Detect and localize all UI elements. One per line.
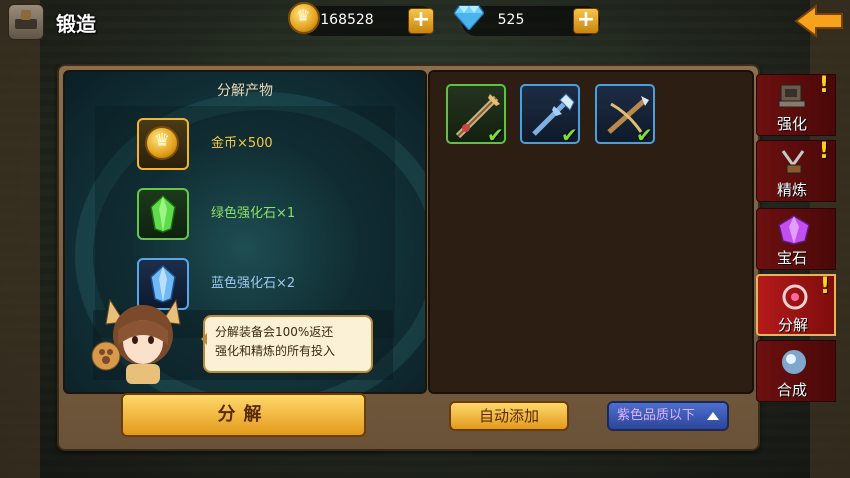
tab-decompose[interactable]: ! 分解 [756, 274, 836, 336]
gold-coin-icon [288, 2, 320, 34]
checkmark-icon: ✔ [636, 123, 653, 147]
tab-label: 强化 [776, 115, 807, 133]
tab-synthesize[interactable]: 合成 [756, 340, 836, 402]
product-row-gold: 金币×500 [95, 116, 395, 172]
forge-anvil-icon [8, 4, 44, 40]
equipment-slot-3[interactable]: ✔ [595, 84, 655, 147]
gold-coin-icon [145, 126, 179, 160]
tip-line-2: 强化和精炼的所有投入 [215, 344, 336, 358]
tab-refine[interactable]: ! 精炼 [756, 139, 836, 202]
tab-label: 合成 [776, 381, 807, 399]
product-slot [137, 188, 189, 240]
alert-icon: ! [820, 274, 831, 299]
tongs-icon [781, 150, 805, 174]
tab-label: 精炼 [776, 181, 807, 199]
decompose-button[interactable]: 分解 [121, 393, 366, 437]
tab-gems[interactable]: 宝石 [756, 208, 836, 270]
alert-icon: ! [819, 73, 830, 98]
tip-speech-bubble: 分解装备会100%返还 强化和精炼的所有投入 [201, 315, 373, 373]
product-label: 金币×500 [211, 136, 273, 151]
product-row-green-stone: 绿色强化石×1 [95, 186, 395, 242]
quality-filter-value: 紫色品质以下 [617, 408, 696, 423]
products-title: 分解产物 [217, 83, 273, 99]
quality-filter-select[interactable]: 紫色品质以下 [607, 401, 729, 431]
guide-character-avatar [91, 298, 181, 384]
equipment-selection-panel: ✔ ✔ ✔ [428, 70, 754, 394]
synthesis-orb-icon [782, 350, 806, 374]
tab-label: 分解 [777, 316, 808, 334]
tab-label: 宝石 [776, 249, 807, 267]
alert-icon: ! [819, 139, 830, 164]
auto-add-button[interactable]: 自动添加 [449, 401, 569, 431]
checkmark-icon: ✔ [561, 123, 578, 147]
top-bar: 锻造 168528 + 525 + [0, 0, 850, 44]
equipment-slot-2[interactable]: ✔ [520, 84, 580, 147]
green-stone-icon [150, 195, 176, 233]
tab-enhance[interactable]: ! 强化 [756, 73, 836, 136]
anvil-icon [778, 84, 806, 108]
decompose-ring-icon [782, 284, 808, 310]
product-label: 绿色强化石×1 [211, 206, 296, 221]
product-slot [137, 118, 189, 170]
equipment-slot-1[interactable]: ✔ [446, 84, 506, 147]
add-diamond-button[interactable]: + [573, 8, 599, 34]
checkmark-icon: ✔ [487, 123, 504, 147]
back-arrow-icon[interactable] [794, 4, 844, 38]
diamond-icon [454, 5, 484, 30]
tip-line-1: 分解装备会100%返还 [215, 325, 334, 339]
add-gold-button[interactable]: + [408, 8, 434, 34]
page-title: 锻造 [56, 12, 96, 36]
purple-gem-icon [778, 215, 810, 245]
product-label: 蓝色强化石×2 [211, 276, 296, 291]
dropdown-arrow-icon [707, 412, 719, 420]
